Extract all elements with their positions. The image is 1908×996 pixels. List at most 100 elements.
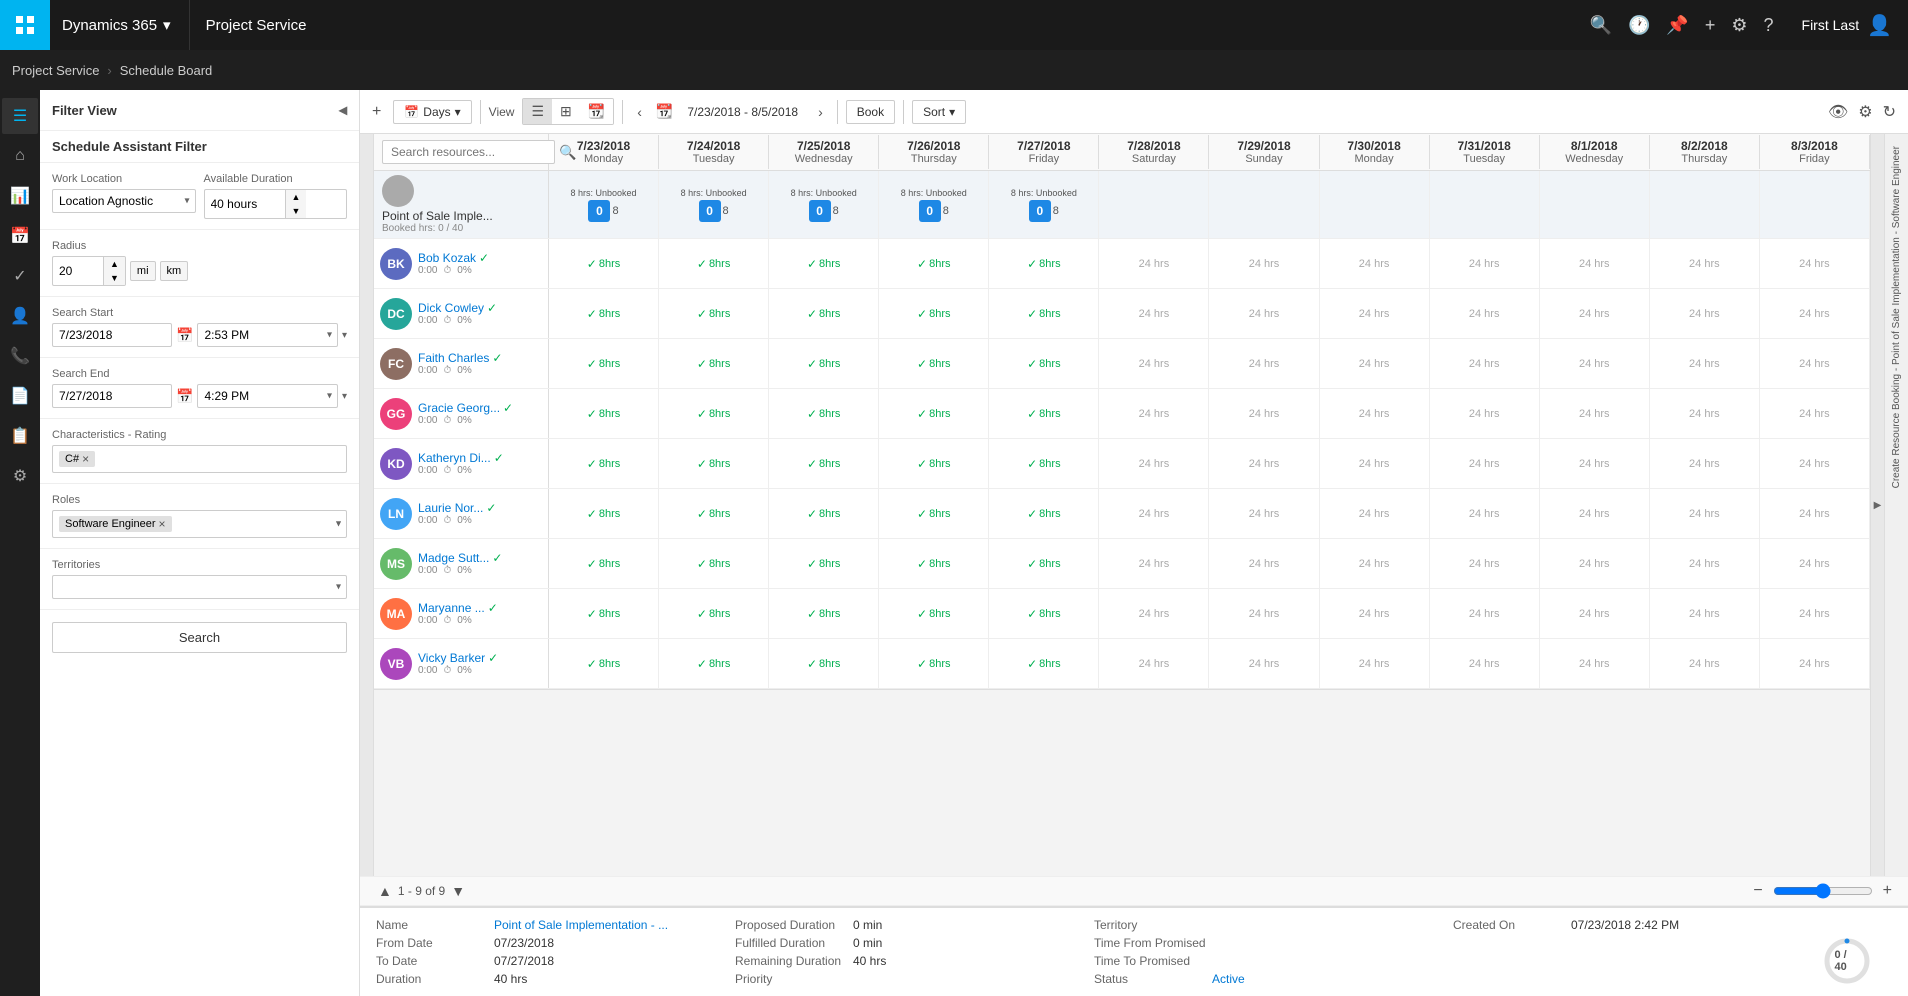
resource-day-cell-8-11[interactable]: 24 hrs: [1760, 639, 1870, 688]
resource-day-cell-2-3[interactable]: ✓8hrs: [879, 339, 989, 388]
work-location-select[interactable]: Location Agnostic: [52, 189, 196, 213]
resource-day-cell-6-1[interactable]: ✓8hrs: [659, 539, 769, 588]
resource-day-cell-5-11[interactable]: 24 hrs: [1760, 489, 1870, 538]
resource-day-cell-3-2[interactable]: ✓8hrs: [769, 389, 879, 438]
resource-day-cell-2-6[interactable]: 24 hrs: [1209, 339, 1319, 388]
resource-day-cell-4-0[interactable]: ✓8hrs: [549, 439, 659, 488]
resource-day-cell-5-10[interactable]: 24 hrs: [1650, 489, 1760, 538]
spinner-up[interactable]: ▲: [286, 190, 307, 204]
resource-day-cell-3-9[interactable]: 24 hrs: [1540, 389, 1650, 438]
resource-day-cell-0-11[interactable]: 24 hrs: [1760, 239, 1870, 288]
resource-day-cell-7-2[interactable]: ✓8hrs: [769, 589, 879, 638]
resource-day-cell-6-7[interactable]: 24 hrs: [1320, 539, 1430, 588]
resource-day-cell-1-10[interactable]: 24 hrs: [1650, 289, 1760, 338]
resource-day-cell-4-7[interactable]: 24 hrs: [1320, 439, 1430, 488]
resource-day-cell-5-0[interactable]: ✓8hrs: [549, 489, 659, 538]
resource-day-cell-4-8[interactable]: 24 hrs: [1430, 439, 1540, 488]
resource-day-cell-3-0[interactable]: ✓8hrs: [549, 389, 659, 438]
horizontal-scrollbar[interactable]: [374, 689, 1870, 701]
resource-day-cell-0-4[interactable]: ✓8hrs: [989, 239, 1099, 288]
resource-day-cell-3-3[interactable]: ✓8hrs: [879, 389, 989, 438]
sidebar-item-reports[interactable]: 📋: [2, 418, 38, 454]
settings-nav-icon[interactable]: ⚙: [1731, 15, 1747, 36]
resource-day-cell-2-5[interactable]: 24 hrs: [1099, 339, 1209, 388]
resource-day-cell-5-9[interactable]: 24 hrs: [1540, 489, 1650, 538]
resource-day-cell-7-10[interactable]: 24 hrs: [1650, 589, 1760, 638]
resource-day-cell-1-9[interactable]: 24 hrs: [1540, 289, 1650, 338]
radius-up[interactable]: ▲: [104, 257, 125, 271]
refresh-icon[interactable]: ↻: [1883, 102, 1896, 122]
resource-name-7[interactable]: Maryanne ...: [418, 601, 485, 615]
resource-day-cell-6-6[interactable]: 24 hrs: [1209, 539, 1319, 588]
resource-day-cell-0-9[interactable]: 24 hrs: [1540, 239, 1650, 288]
help-nav-icon[interactable]: ?: [1764, 15, 1774, 36]
resource-day-cell-6-2[interactable]: ✓8hrs: [769, 539, 879, 588]
resource-day-cell-8-6[interactable]: 24 hrs: [1209, 639, 1319, 688]
resource-day-cell-8-8[interactable]: 24 hrs: [1430, 639, 1540, 688]
gear-icon[interactable]: ⚙: [1858, 102, 1872, 122]
app-grid-button[interactable]: [0, 0, 50, 50]
resource-name-5[interactable]: Laurie Nor...: [418, 501, 483, 515]
resource-day-cell-0-6[interactable]: 24 hrs: [1209, 239, 1319, 288]
zoom-slider[interactable]: [1773, 883, 1873, 899]
avail-duration-input[interactable]: 40 hours: [205, 193, 285, 215]
resource-day-cell-8-9[interactable]: 24 hrs: [1540, 639, 1650, 688]
sort-button[interactable]: Sort ▾: [912, 100, 966, 124]
sidebar-item-tasks[interactable]: ✓: [2, 258, 38, 294]
resource-day-cell-7-7[interactable]: 24 hrs: [1320, 589, 1430, 638]
resource-day-cell-6-4[interactable]: ✓8hrs: [989, 539, 1099, 588]
resource-day-cell-5-1[interactable]: ✓8hrs: [659, 489, 769, 538]
sidebar-item-calendar[interactable]: 📅: [2, 218, 38, 254]
grid-view-button[interactable]: ⊞: [552, 99, 580, 124]
resource-day-cell-4-1[interactable]: ✓8hrs: [659, 439, 769, 488]
zoom-plus-button[interactable]: +: [1879, 882, 1896, 900]
spinner-down[interactable]: ▼: [286, 204, 307, 218]
search-end-time[interactable]: 4:29 PM: [197, 384, 338, 408]
resource-name-6[interactable]: Madge Sutt...: [418, 551, 489, 565]
resource-day-cell-0-3[interactable]: ✓8hrs: [879, 239, 989, 288]
sidebar-item-contacts[interactable]: 👤: [2, 298, 38, 334]
resource-day-cell-3-10[interactable]: 24 hrs: [1650, 389, 1760, 438]
resource-day-cell-8-10[interactable]: 24 hrs: [1650, 639, 1760, 688]
sidebar-item-settings[interactable]: ⚙: [2, 458, 38, 494]
search-end-date[interactable]: 7/27/2018: [52, 384, 172, 408]
resource-day-cell-0-1[interactable]: ✓8hrs: [659, 239, 769, 288]
resource-search-input[interactable]: [382, 140, 555, 164]
roles-input[interactable]: Software Engineer ×: [52, 510, 347, 538]
resource-day-cell-4-9[interactable]: 24 hrs: [1540, 439, 1650, 488]
radius-spinner[interactable]: 20 ▲ ▼: [52, 256, 126, 286]
radius-km-button[interactable]: km: [160, 261, 189, 281]
name-value[interactable]: Point of Sale Implementation - ...: [494, 918, 668, 932]
territories-select[interactable]: [52, 575, 347, 599]
breadcrumb-project-service[interactable]: Project Service: [12, 63, 99, 78]
resource-day-cell-3-1[interactable]: ✓8hrs: [659, 389, 769, 438]
resource-day-cell-8-0[interactable]: ✓8hrs: [549, 639, 659, 688]
resource-day-cell-0-10[interactable]: 24 hrs: [1650, 239, 1760, 288]
resource-day-cell-4-6[interactable]: 24 hrs: [1209, 439, 1319, 488]
resource-day-cell-4-11[interactable]: 24 hrs: [1760, 439, 1870, 488]
resource-day-cell-5-2[interactable]: ✓8hrs: [769, 489, 879, 538]
resource-day-cell-2-2[interactable]: ✓8hrs: [769, 339, 879, 388]
filter-collapse-button[interactable]: ◂: [339, 100, 347, 120]
search-start-time[interactable]: 2:53 PM: [197, 323, 338, 347]
search-start-date[interactable]: 7/23/2018: [52, 323, 172, 347]
avail-duration-spinner[interactable]: 40 hours ▲ ▼: [204, 189, 348, 219]
resource-day-cell-6-3[interactable]: ✓8hrs: [879, 539, 989, 588]
resource-day-cell-7-5[interactable]: 24 hrs: [1099, 589, 1209, 638]
sidebar-item-phone[interactable]: 📞: [2, 338, 38, 374]
resource-day-cell-3-7[interactable]: 24 hrs: [1320, 389, 1430, 438]
resource-day-cell-5-6[interactable]: 24 hrs: [1209, 489, 1319, 538]
resource-day-cell-8-7[interactable]: 24 hrs: [1320, 639, 1430, 688]
resource-day-cell-0-8[interactable]: 24 hrs: [1430, 239, 1540, 288]
sidebar-item-hamburger[interactable]: ☰: [2, 98, 38, 134]
characteristics-tag-remove[interactable]: ×: [82, 452, 89, 466]
resource-day-cell-6-11[interactable]: 24 hrs: [1760, 539, 1870, 588]
resource-day-cell-8-4[interactable]: ✓8hrs: [989, 639, 1099, 688]
pagination-up-button[interactable]: ▲: [372, 881, 398, 901]
resource-name-8[interactable]: Vicky Barker: [418, 651, 485, 665]
resource-day-cell-5-4[interactable]: ✓8hrs: [989, 489, 1099, 538]
resource-day-cell-0-5[interactable]: 24 hrs: [1099, 239, 1209, 288]
resource-day-cell-7-6[interactable]: 24 hrs: [1209, 589, 1319, 638]
resource-day-cell-6-8[interactable]: 24 hrs: [1430, 539, 1540, 588]
resource-day-cell-4-3[interactable]: ✓8hrs: [879, 439, 989, 488]
